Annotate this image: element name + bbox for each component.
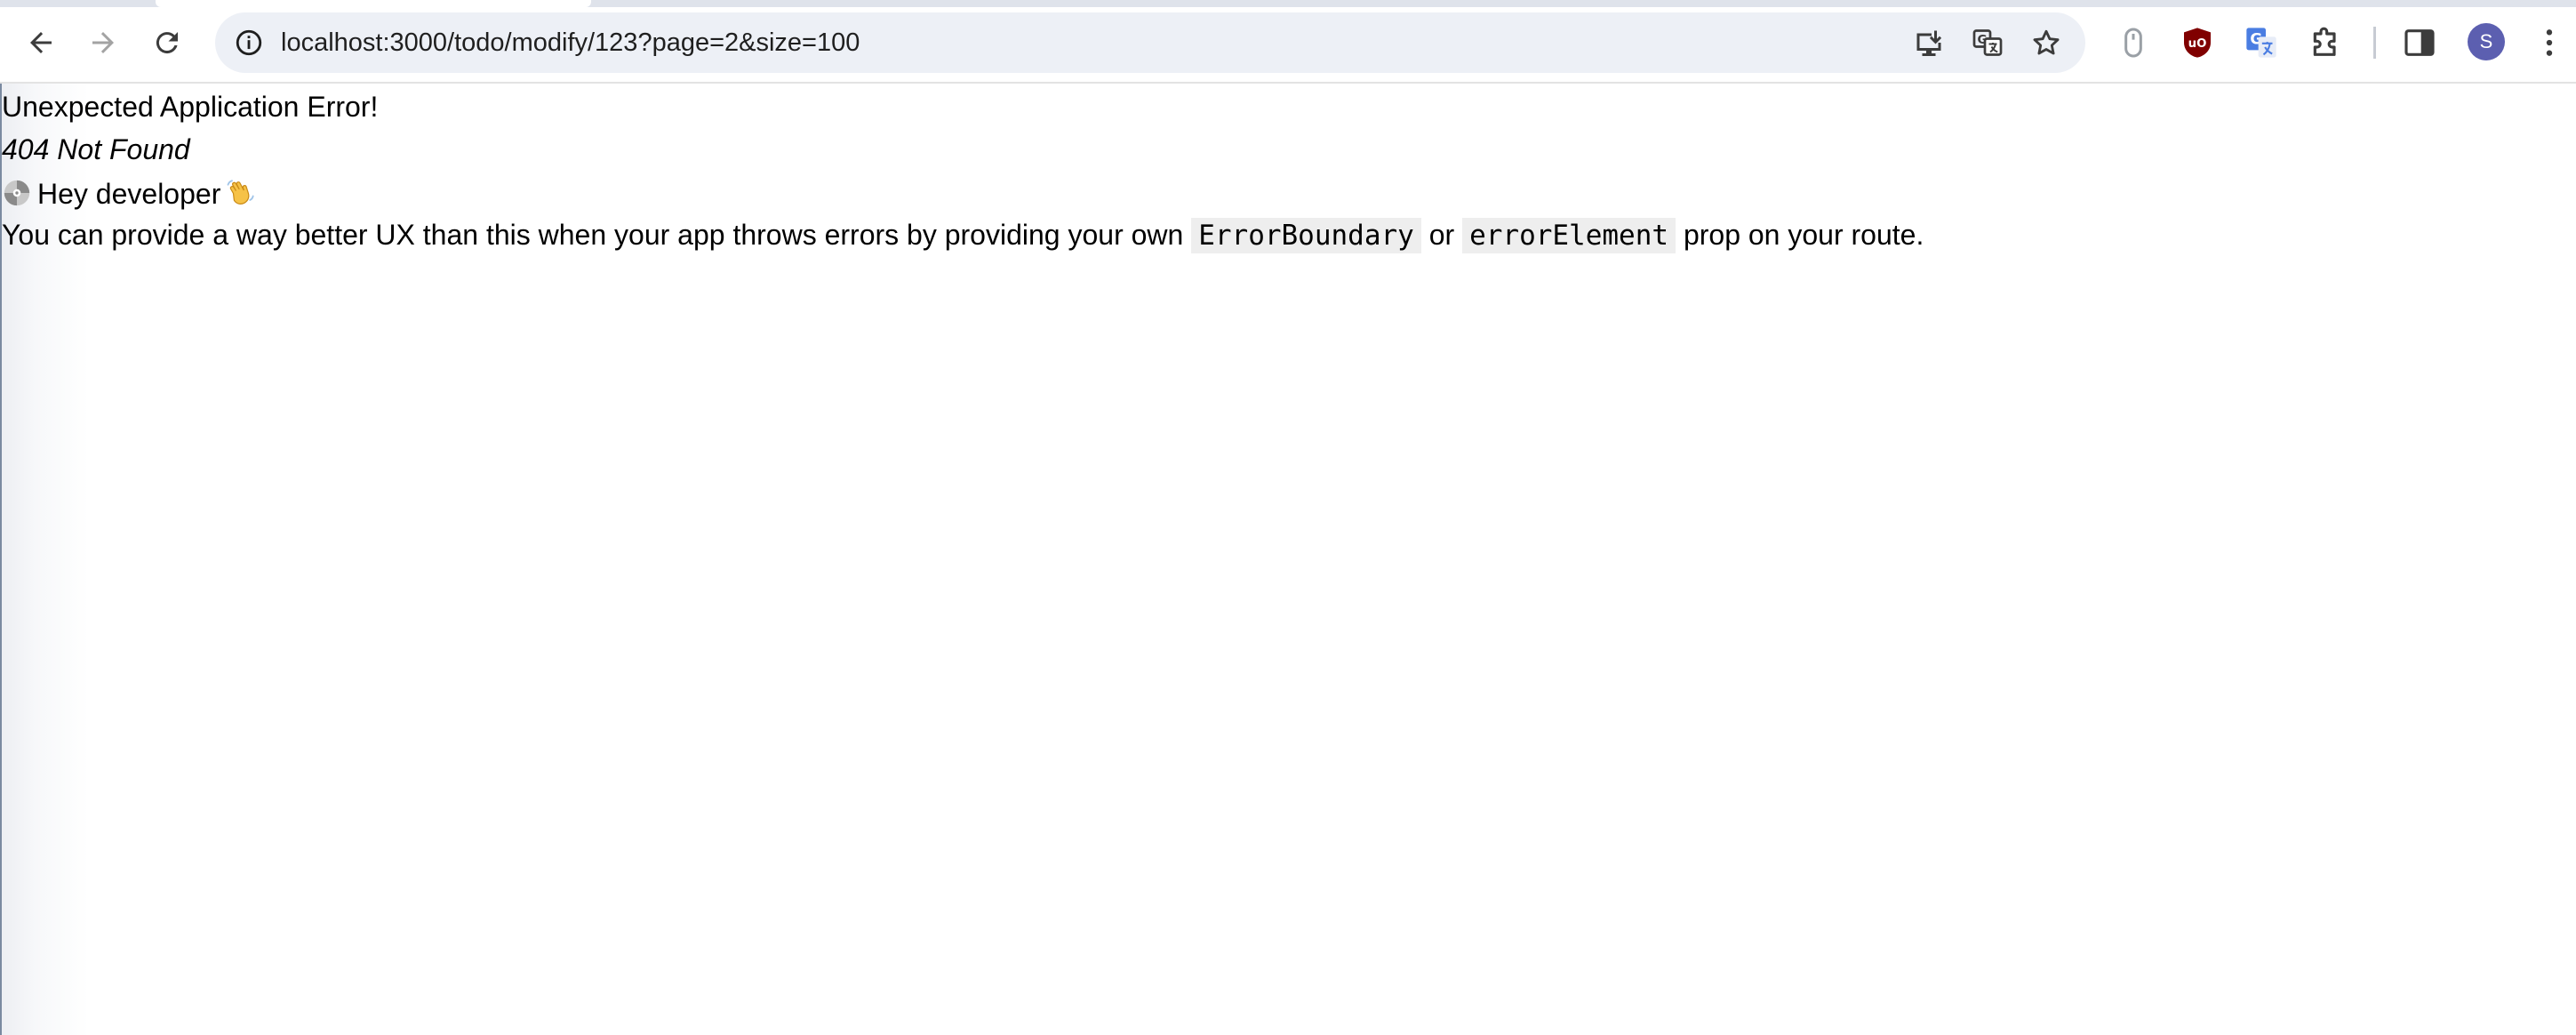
svg-text:uO: uO [2188, 37, 2207, 51]
translate-icon: G [1972, 29, 2003, 56]
install-app-icon [1916, 30, 1942, 56]
google-translate-extension-button[interactable]: G [2240, 21, 2283, 64]
error-title: Unexpected Application Error! [2, 91, 379, 123]
bookmark-button[interactable] [2028, 25, 2064, 60]
error-status: 404 Not Found [2, 133, 190, 165]
forward-arrow-icon [92, 32, 114, 53]
kebab-menu-icon [2546, 29, 2553, 56]
greeting-text: Hey developer [37, 178, 221, 210]
toolbar-divider [2373, 27, 2376, 59]
browser-menu-button[interactable] [2528, 21, 2571, 64]
address-bar[interactable]: localhost:3000/todo/modify/123?page=2&si… [215, 12, 2085, 73]
browser-toolbar: localhost:3000/todo/modify/123?page=2&si… [0, 0, 2576, 84]
mouse-extension-button[interactable] [2112, 21, 2155, 64]
developer-greeting: Hey developer [2, 176, 256, 211]
extensions-button[interactable] [2304, 21, 2347, 64]
disc-icon [4, 180, 30, 206]
forward-button[interactable] [78, 18, 128, 68]
message-suffix: prop on your route. [1683, 219, 1924, 251]
profile-avatar[interactable]: S [2468, 23, 2505, 60]
url-text[interactable]: localhost:3000/todo/modify/123?page=2&si… [281, 12, 860, 73]
error-help-message: You can provide a way better UX than thi… [2, 218, 1924, 253]
ublock-origin-icon: uO [2184, 28, 2211, 58]
message-prefix: You can provide a way better UX than thi… [2, 219, 1184, 251]
code-error-boundary: ErrorBoundary [1191, 218, 1421, 253]
install-app-button[interactable] [1911, 25, 1947, 60]
reload-icon [156, 32, 178, 54]
waving-hand-icon [227, 180, 254, 205]
back-arrow-icon [30, 32, 52, 53]
star-icon [2033, 29, 2060, 55]
side-panel-icon [2404, 29, 2435, 56]
side-panel-button[interactable] [2398, 21, 2441, 64]
code-error-element: errorElement [1462, 218, 1676, 253]
mouse-extension-icon [2124, 28, 2142, 58]
reload-button[interactable] [142, 18, 192, 68]
message-middle: or [1428, 219, 1455, 251]
translate-button[interactable]: G [1970, 25, 2005, 60]
google-translate-extension-icon: G [2246, 28, 2276, 58]
tab-strip [0, 0, 2576, 7]
site-info-button[interactable] [228, 21, 270, 64]
info-icon [236, 29, 262, 56]
back-button[interactable] [16, 18, 66, 68]
ublock-origin-button[interactable]: uO [2176, 21, 2219, 64]
puzzle-icon [2313, 27, 2336, 56]
